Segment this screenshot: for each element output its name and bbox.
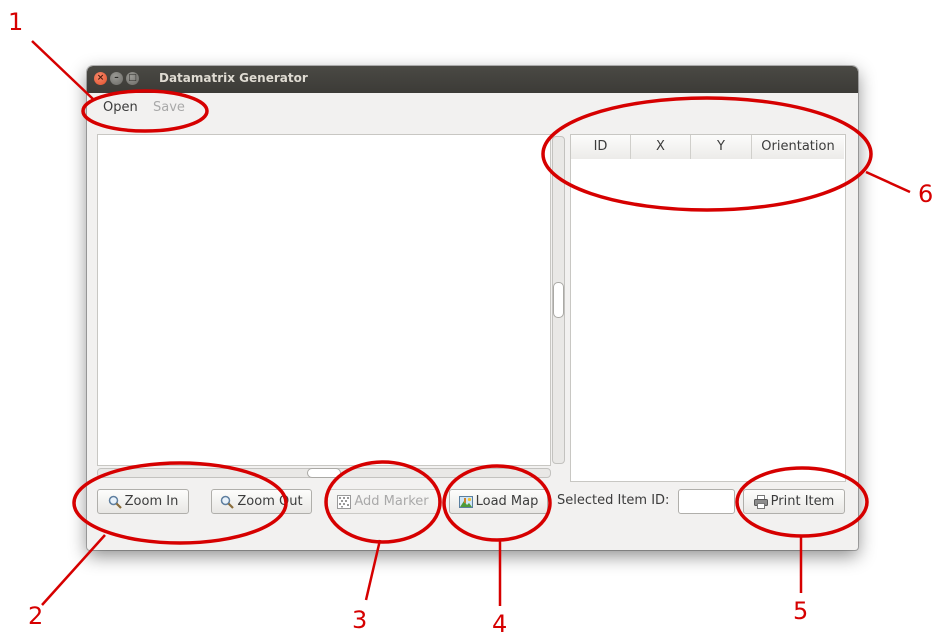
annotation-leader-6	[865, 170, 911, 194]
annotation-ellipse-4	[442, 464, 552, 542]
annotation-ellipse-3	[324, 460, 442, 544]
annotation-label-4: 4	[492, 610, 508, 638]
annotation-label-5: 5	[793, 597, 809, 625]
annotation-label-6: 6	[918, 180, 934, 208]
annotation-label-2: 2	[28, 602, 44, 630]
annotation-overlay	[31, 40, 911, 606]
annotation-leader-1	[31, 40, 94, 100]
annotation-ellipse-6	[541, 96, 873, 212]
annotation-ellipse-5	[735, 466, 869, 538]
annotation-leader-3	[364, 539, 382, 601]
annotation-leader-2	[41, 534, 106, 606]
annotation-ellipse-2	[72, 461, 288, 545]
annotation-ellipse-1	[81, 89, 209, 133]
annotation-label-3: 3	[352, 606, 368, 634]
annotation-label-1: 1	[8, 8, 24, 36]
